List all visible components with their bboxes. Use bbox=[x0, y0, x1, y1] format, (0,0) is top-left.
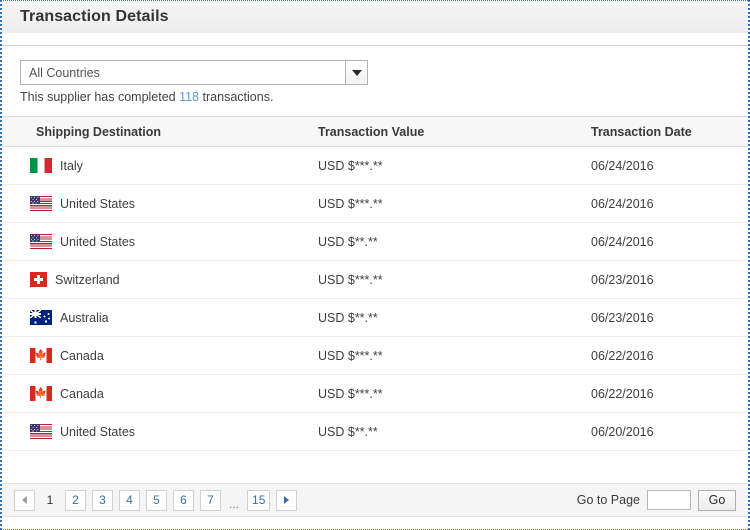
filter-section: All Countries This supplier has complete… bbox=[2, 46, 748, 104]
pagination-current-page: 1 bbox=[41, 490, 59, 511]
flag-icon-switzerland bbox=[30, 272, 47, 287]
panel-header: Transaction Details bbox=[2, 1, 748, 33]
cell-transaction-value: USD $***.** bbox=[300, 261, 583, 299]
pagination-page-button[interactable]: 5 bbox=[146, 490, 167, 511]
note-prefix: This supplier has completed bbox=[20, 90, 176, 104]
pagination-bar: 1 234567 ... 15 Go to Page Go bbox=[2, 483, 748, 517]
destination-country-label: United States bbox=[60, 425, 135, 439]
goto-page-input[interactable] bbox=[647, 490, 691, 510]
destination-country-label: Canada bbox=[60, 387, 104, 401]
cell-shipping-destination: 🍁 Canada bbox=[2, 337, 300, 375]
page-title: Transaction Details bbox=[20, 8, 169, 26]
cell-shipping-destination: United States bbox=[2, 413, 300, 451]
pagination-page-button[interactable]: 6 bbox=[173, 490, 194, 511]
triangle-left-icon bbox=[22, 496, 27, 504]
flag-icon-united-states bbox=[30, 424, 52, 439]
cell-transaction-date: 06/22/2016 bbox=[583, 375, 748, 413]
table-row[interactable]: Italy USD $***.**06/24/2016 bbox=[2, 147, 748, 185]
cell-transaction-value: USD $***.** bbox=[300, 147, 583, 185]
pagination-next-button[interactable] bbox=[276, 490, 297, 511]
column-header-transaction-date: Transaction Date bbox=[583, 117, 748, 147]
cell-shipping-destination: Australia bbox=[2, 299, 300, 337]
destination-country-label: United States bbox=[60, 235, 135, 249]
column-header-shipping-destination: Shipping Destination bbox=[2, 117, 300, 147]
table-row[interactable]: United States USD $***.**06/24/2016 bbox=[2, 185, 748, 223]
cell-transaction-date: 06/24/2016 bbox=[583, 185, 748, 223]
cell-shipping-destination: United States bbox=[2, 185, 300, 223]
cell-shipping-destination: Switzerland bbox=[2, 261, 300, 299]
country-filter-select[interactable]: All Countries bbox=[20, 60, 368, 85]
flag-icon-united-states bbox=[30, 234, 52, 249]
note-suffix: transactions. bbox=[203, 90, 274, 104]
pagination-ellipsis: ... bbox=[227, 490, 241, 511]
country-filter-value: All Countries bbox=[21, 61, 345, 84]
cell-transaction-value: USD $***.** bbox=[300, 375, 583, 413]
table-row[interactable]: Australia USD $**.**06/23/2016 bbox=[2, 299, 748, 337]
transaction-count-value: 118 bbox=[179, 90, 199, 104]
pagination-page-button[interactable]: 3 bbox=[92, 490, 113, 511]
table-row[interactable]: United States USD $**.**06/24/2016 bbox=[2, 223, 748, 261]
cell-transaction-date: 06/20/2016 bbox=[583, 413, 748, 451]
pagination-page-button[interactable]: 4 bbox=[119, 490, 140, 511]
flag-icon-australia bbox=[30, 310, 52, 325]
flag-icon-italy bbox=[30, 158, 52, 173]
caret-down-glyph bbox=[352, 70, 362, 76]
destination-country-label: Australia bbox=[60, 311, 109, 325]
cell-transaction-value: USD $**.** bbox=[300, 413, 583, 451]
cell-transaction-date: 06/22/2016 bbox=[583, 337, 748, 375]
goto-page-label: Go to Page bbox=[577, 493, 640, 507]
cell-transaction-date: 06/24/2016 bbox=[583, 147, 748, 185]
pagination-controls: 1 234567 ... 15 bbox=[14, 490, 297, 511]
cell-transaction-value: USD $**.** bbox=[300, 299, 583, 337]
table-body: ItalyUSD $***.**06/24/2016United StatesU… bbox=[2, 147, 748, 451]
destination-country-label: Canada bbox=[60, 349, 104, 363]
column-header-transaction-value: Transaction Value bbox=[300, 117, 583, 147]
cell-shipping-destination: United States bbox=[2, 223, 300, 261]
cell-transaction-date: 06/23/2016 bbox=[583, 261, 748, 299]
table-row[interactable]: 🍁 Canada USD $***.**06/22/2016 bbox=[2, 375, 748, 413]
cell-transaction-value: USD $***.** bbox=[300, 185, 583, 223]
table-header-row: Shipping Destination Transaction Value T… bbox=[2, 117, 748, 147]
header-divider bbox=[2, 33, 748, 46]
pagination-prev-button[interactable] bbox=[14, 490, 35, 511]
pagination-page-button[interactable]: 7 bbox=[200, 490, 221, 511]
transaction-count-note: This supplier has completed 118 transact… bbox=[20, 90, 748, 104]
transactions-table: Shipping Destination Transaction Value T… bbox=[2, 116, 748, 451]
pagination-page-buttons: 234567 bbox=[65, 490, 221, 511]
cell-transaction-value: USD $***.** bbox=[300, 337, 583, 375]
cell-transaction-date: 06/24/2016 bbox=[583, 223, 748, 261]
flag-icon-canada: 🍁 bbox=[30, 348, 52, 363]
flag-icon-canada: 🍁 bbox=[30, 386, 52, 401]
destination-country-label: United States bbox=[60, 197, 135, 211]
go-button[interactable]: Go bbox=[698, 490, 736, 511]
table-head: Shipping Destination Transaction Value T… bbox=[2, 117, 748, 147]
chevron-down-icon[interactable] bbox=[345, 61, 367, 84]
goto-page-group: Go to Page Go bbox=[577, 490, 736, 511]
table-row[interactable]: United States USD $**.**06/20/2016 bbox=[2, 413, 748, 451]
cell-transaction-value: USD $**.** bbox=[300, 223, 583, 261]
flag-icon-united-states bbox=[30, 196, 52, 211]
table-row[interactable]: Switzerland USD $***.**06/23/2016 bbox=[2, 261, 748, 299]
transaction-details-panel: Transaction Details All Countries This s… bbox=[0, 0, 750, 530]
destination-country-label: Switzerland bbox=[55, 273, 120, 287]
cell-transaction-date: 06/23/2016 bbox=[583, 299, 748, 337]
triangle-right-icon bbox=[284, 496, 289, 504]
pagination-last-page-button[interactable]: 15 bbox=[247, 490, 270, 511]
table-row[interactable]: 🍁 Canada USD $***.**06/22/2016 bbox=[2, 337, 748, 375]
destination-country-label: Italy bbox=[60, 159, 83, 173]
pagination-page-button[interactable]: 2 bbox=[65, 490, 86, 511]
cell-shipping-destination: Italy bbox=[2, 147, 300, 185]
cell-shipping-destination: 🍁 Canada bbox=[2, 375, 300, 413]
